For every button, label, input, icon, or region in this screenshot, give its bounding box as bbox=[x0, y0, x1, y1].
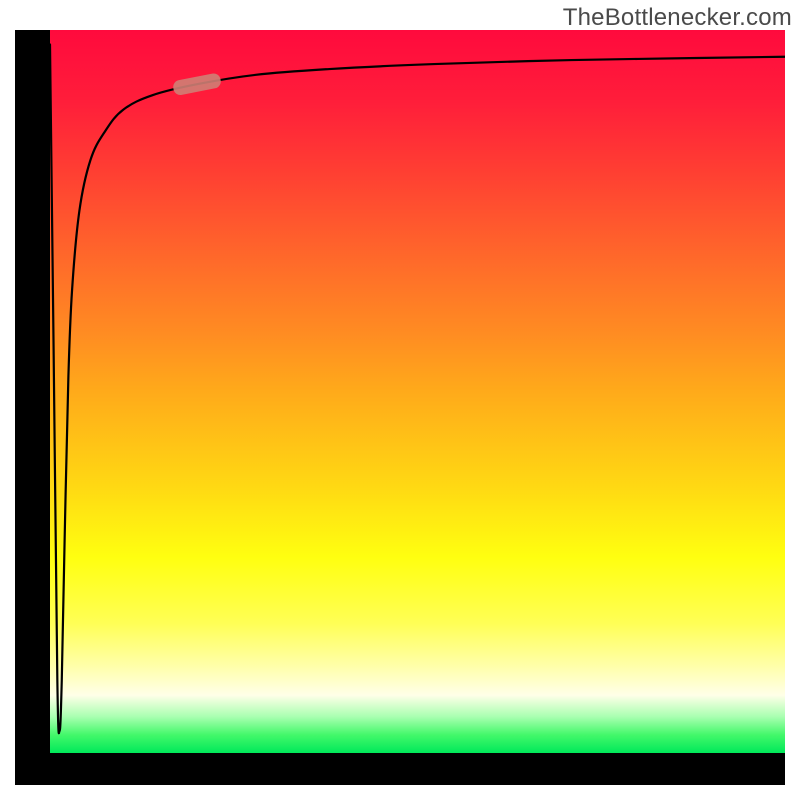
plot-area bbox=[50, 30, 785, 753]
plot-frame bbox=[15, 30, 785, 785]
attribution-label: TheBottlenecker.com bbox=[563, 4, 792, 32]
curve-svg bbox=[50, 30, 785, 753]
bottleneck-curve bbox=[50, 44, 785, 733]
chart-stage: TheBottlenecker.com bbox=[0, 0, 800, 800]
curve-marker bbox=[172, 72, 222, 96]
